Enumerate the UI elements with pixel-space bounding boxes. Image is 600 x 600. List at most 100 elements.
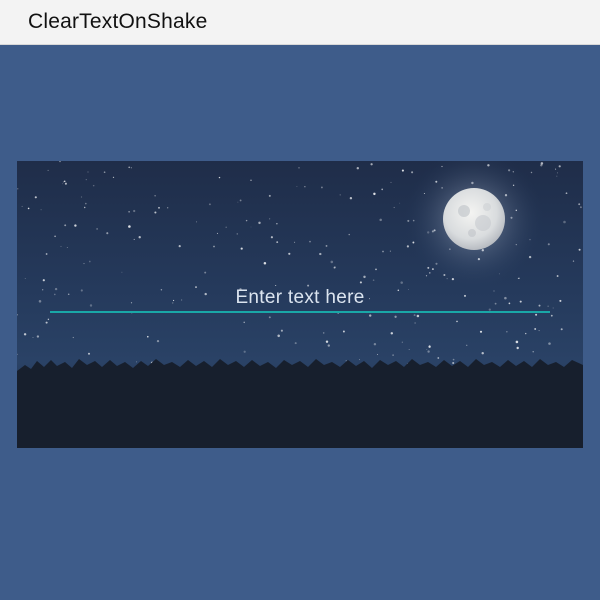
star — [237, 201, 239, 203]
star — [225, 226, 227, 228]
star — [276, 223, 278, 225]
star — [393, 206, 395, 209]
star — [452, 358, 455, 361]
star — [218, 176, 221, 179]
star — [538, 330, 540, 332]
star — [62, 181, 64, 183]
star — [390, 332, 394, 335]
star — [47, 169, 49, 171]
star — [216, 232, 219, 234]
star — [208, 203, 211, 206]
star — [373, 192, 376, 196]
star — [456, 320, 458, 323]
star — [390, 181, 392, 183]
star — [319, 252, 322, 256]
star — [466, 344, 468, 346]
star — [506, 331, 508, 333]
star — [243, 350, 246, 353]
star — [213, 245, 215, 248]
star — [21, 205, 23, 207]
star — [72, 336, 74, 339]
star — [578, 203, 581, 206]
star — [250, 179, 252, 181]
star — [481, 351, 484, 355]
star — [92, 184, 95, 187]
star — [80, 196, 83, 198]
star — [401, 341, 403, 343]
star — [363, 275, 366, 279]
star — [416, 314, 420, 318]
star — [560, 328, 563, 331]
star — [517, 277, 519, 279]
star — [130, 167, 132, 169]
star — [36, 335, 40, 338]
star — [63, 180, 66, 183]
star — [373, 342, 377, 346]
star — [330, 260, 334, 264]
star — [17, 187, 19, 190]
star — [377, 354, 378, 356]
star — [381, 188, 384, 191]
star — [370, 163, 373, 166]
star — [333, 266, 336, 269]
star — [138, 236, 141, 239]
star — [121, 271, 123, 273]
star — [40, 209, 42, 211]
star — [133, 209, 136, 213]
star — [369, 314, 372, 317]
star — [42, 279, 45, 282]
star — [563, 220, 566, 224]
star — [325, 340, 329, 343]
star — [534, 328, 537, 330]
star — [87, 352, 91, 355]
star — [34, 196, 37, 199]
star — [268, 316, 271, 319]
star — [17, 314, 18, 316]
star — [294, 241, 296, 243]
star — [85, 179, 87, 181]
star — [399, 202, 401, 204]
star — [136, 361, 138, 363]
text-input-field[interactable]: Enter text here — [50, 283, 550, 313]
star — [147, 335, 149, 338]
star — [106, 232, 109, 235]
star — [243, 321, 245, 324]
star — [61, 183, 63, 185]
star — [196, 221, 198, 223]
star — [348, 233, 350, 236]
star — [64, 182, 67, 185]
star — [358, 359, 361, 361]
star — [327, 344, 330, 347]
star — [556, 175, 558, 177]
star — [339, 194, 341, 196]
star — [96, 228, 98, 230]
moon-icon — [443, 188, 505, 250]
star — [309, 240, 311, 243]
star — [167, 207, 169, 209]
star — [394, 315, 397, 318]
star — [258, 221, 261, 225]
star — [154, 211, 157, 214]
star — [349, 197, 353, 200]
star — [565, 192, 568, 195]
star — [525, 332, 527, 335]
star — [54, 235, 56, 238]
star — [320, 186, 323, 189]
star — [428, 345, 431, 348]
star — [555, 168, 557, 170]
star — [578, 248, 581, 251]
star — [382, 250, 384, 253]
star — [356, 167, 359, 170]
star — [515, 340, 519, 344]
star — [401, 169, 404, 172]
star — [178, 245, 181, 248]
star — [245, 219, 248, 222]
star — [547, 243, 550, 246]
star — [548, 342, 551, 345]
star — [128, 166, 131, 169]
star — [516, 346, 519, 350]
star — [535, 313, 538, 316]
star — [280, 329, 283, 332]
star — [112, 176, 115, 179]
star — [559, 299, 562, 302]
